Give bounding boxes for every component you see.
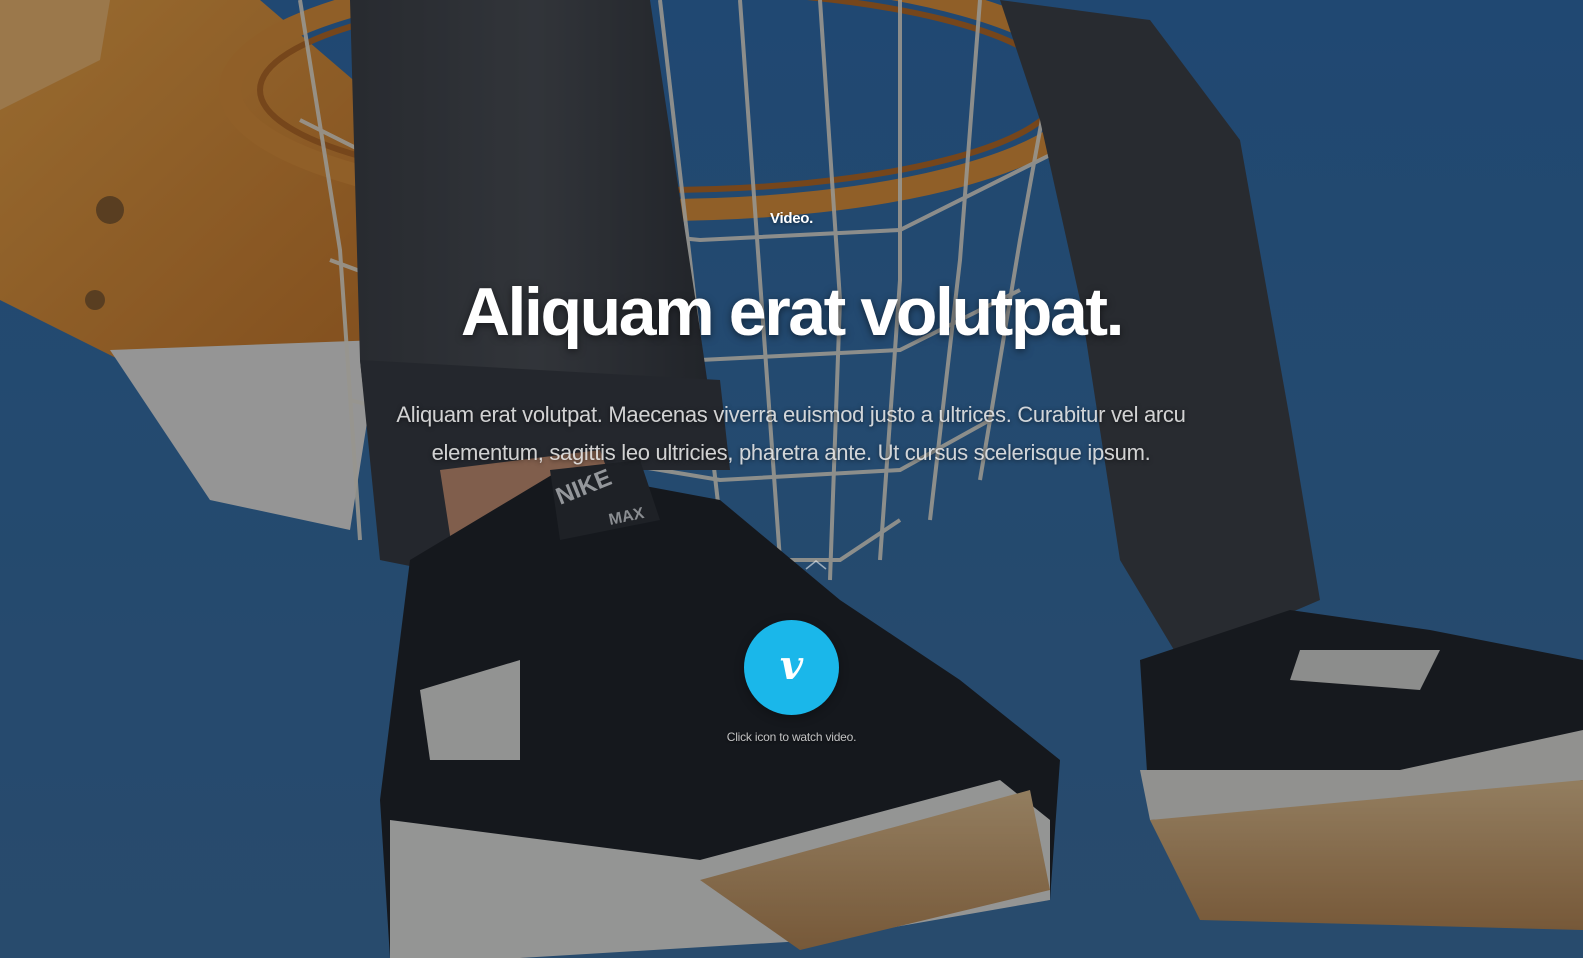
hero-content: Video. Aliquam erat volutpat. Aliquam er…	[0, 0, 1583, 958]
chevron-up-icon	[805, 560, 827, 570]
vimeo-icon: v	[779, 641, 804, 689]
section-eyebrow-label: Video.	[770, 210, 813, 227]
video-hero-section: NIKE MAX Video. Aliquam erat volutpat. A…	[0, 0, 1583, 958]
play-video-button[interactable]: v	[744, 620, 839, 715]
hero-description: Aliquam erat volutpat. Maecenas viverra …	[396, 402, 1186, 465]
hero-headline: Aliquam erat volutpat.	[460, 274, 1125, 350]
watch-video-hint: Click icon to watch video.	[726, 730, 857, 744]
